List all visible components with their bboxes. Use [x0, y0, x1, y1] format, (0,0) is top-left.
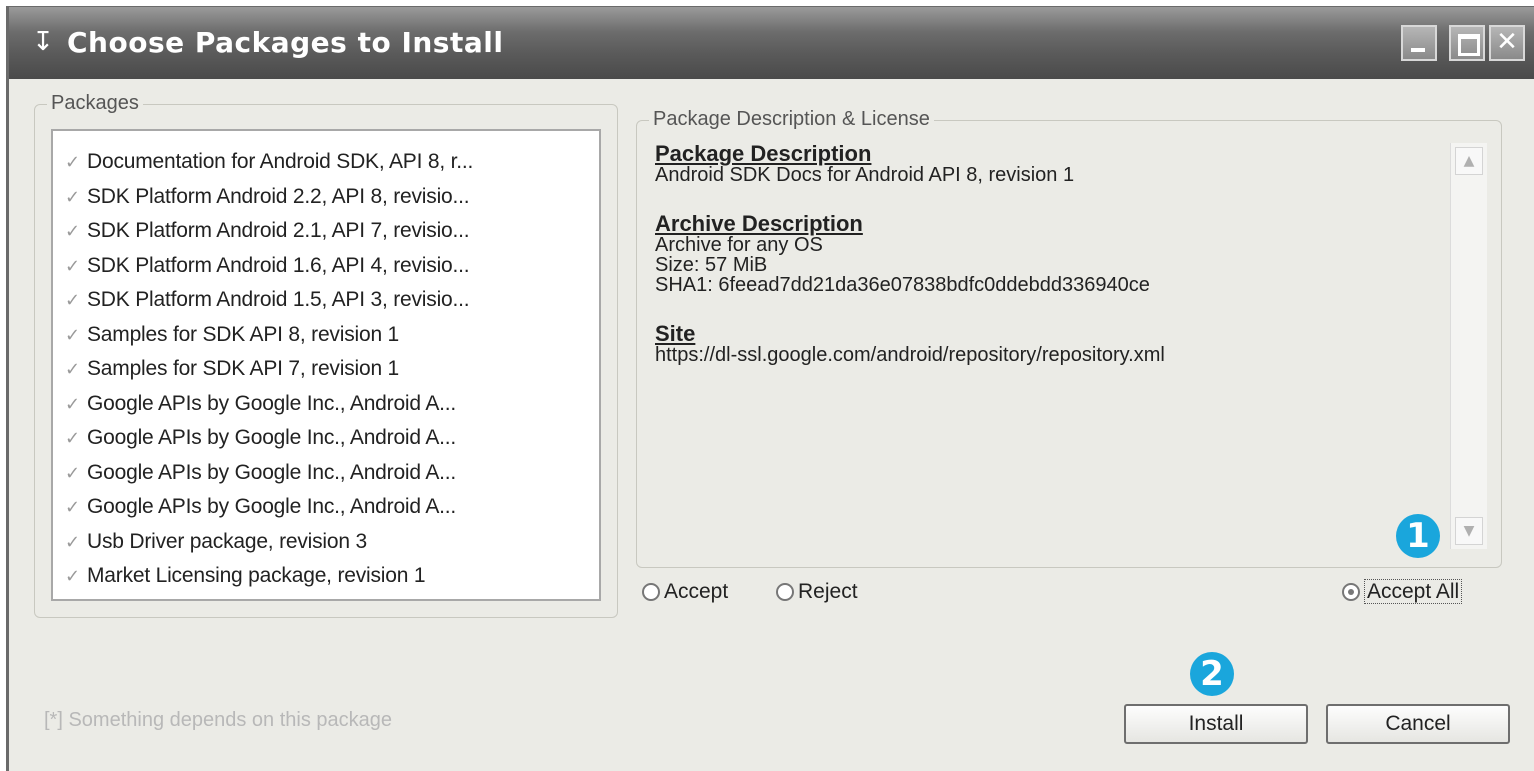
package-list-item[interactable]: ✓ SDK Platform Android 1.6, API 4, revisi…: [53, 249, 599, 284]
package-list-item[interactable]: ✓ SDK Platform Android 1.5, API 3, revisi…: [53, 283, 599, 318]
accept-all-radio-circle[interactable]: [1342, 583, 1360, 601]
reject-radio-circle[interactable]: [776, 583, 794, 601]
package-list-item[interactable]: ✓ Google APIs by Google Inc., Android A..…: [53, 421, 599, 456]
package-list-item[interactable]: ✓ SDK Platform Android 2.2, API 8, revisi…: [53, 180, 599, 215]
checkmark-icon: ✓: [65, 152, 81, 173]
description-group-label: Package Description & License: [649, 107, 934, 131]
reject-radio[interactable]: Reject: [776, 578, 858, 606]
accept-radio-circle[interactable]: [642, 583, 660, 601]
package-list-item[interactable]: ✓ Usb Driver package, revision 3: [53, 525, 599, 560]
packages-group-label: Packages: [47, 91, 143, 115]
package-description-heading: Package Description: [655, 141, 872, 166]
close-button[interactable]: ✕: [1489, 25, 1525, 61]
checkmark-icon: ✓: [65, 324, 81, 346]
checkmark-icon: ✓: [65, 255, 81, 277]
package-label: Samples for SDK API 8, revision 1: [87, 322, 400, 346]
checkmark-icon: ✓: [65, 393, 81, 415]
site-url: https://dl-ssl.google.com/android/reposi…: [655, 344, 1165, 366]
package-list-item[interactable]: ✓ Google APIs by Google Inc., Android A..…: [53, 490, 599, 525]
package-label: SDK Platform Android 2.2, API 8, revisio…: [87, 184, 470, 208]
accept-all-radio-label: Accept All: [1364, 579, 1463, 604]
site-block: Site https://dl-ssl.google.com/android/r…: [655, 321, 1441, 366]
accept-all-radio[interactable]: Accept All: [1342, 578, 1463, 606]
checkmark-icon: ✓: [65, 290, 81, 311]
checkmark-icon: ✓: [65, 462, 81, 484]
callout-badge-1: 1: [1396, 514, 1440, 558]
close-icon: ✕: [1496, 27, 1518, 57]
package-label: Google APIs by Google Inc., Android A...: [87, 495, 457, 518]
description-scrollbar[interactable]: ▲ ▼: [1450, 143, 1487, 549]
chevron-down-icon: ▼: [1463, 523, 1475, 539]
package-list-item[interactable]: ✓ Google APIs by Google Inc., Android A..…: [53, 456, 599, 491]
install-button[interactable]: Install: [1124, 704, 1308, 744]
package-label: SDK Platform Android 1.5, API 3, revisio…: [87, 288, 470, 311]
package-description-text: Android SDK Docs for Android API 8, revi…: [655, 164, 1075, 186]
accept-radio-label: Accept: [664, 580, 729, 603]
archive-sha1-text: SHA1: 6feead7dd21da36e07838bdfc0ddebdd33…: [655, 274, 1150, 296]
package-label: Google APIs by Google Inc., Android A...: [87, 391, 457, 415]
description-content: Package Description Android SDK Docs for…: [655, 143, 1441, 393]
cancel-button[interactable]: Cancel: [1326, 704, 1510, 744]
minimize-button[interactable]: [1401, 25, 1437, 61]
checkmark-icon: ✓: [65, 428, 81, 449]
package-label: Usb Driver package, revision 3: [87, 529, 367, 553]
archive-description-block: Archive Description Archive for any OS S…: [655, 211, 1441, 296]
scroll-down-button[interactable]: ▼: [1455, 517, 1483, 545]
checkmark-icon: ✓: [65, 186, 81, 208]
package-label: Market Licensing package, revision 1: [87, 564, 426, 587]
package-list-item[interactable]: ✓ Google APIs by Google Inc., Android A..…: [53, 387, 599, 422]
chevron-up-icon: ▲: [1463, 153, 1475, 169]
callout-badge-2: 2: [1190, 652, 1234, 696]
package-label: Google APIs by Google Inc., Android A...: [87, 426, 457, 449]
package-list-item[interactable]: ✓ SDK Platform Android 2.1, API 7, revisi…: [53, 214, 599, 249]
checkmark-icon: ✓: [65, 497, 81, 518]
archive-description-heading: Archive Description: [655, 211, 863, 236]
title-bar[interactable]: ↧ Choose Packages to Install ✕: [9, 7, 1534, 79]
package-list-item[interactable]: ✓ Samples for SDK API 8, revision 1: [53, 318, 599, 353]
checkmark-icon: ✓: [65, 566, 81, 587]
package-label: Samples for SDK API 7, revision 1: [87, 357, 400, 380]
package-label: SDK Platform Android 2.1, API 7, revisio…: [87, 219, 470, 242]
checkmark-icon: ✓: [65, 531, 81, 553]
package-description-group: Package Description & License Package De…: [636, 107, 1502, 568]
package-list-item[interactable]: ✓ Samples for SDK API 7, revision 1: [53, 352, 599, 387]
package-description-block: Package Description Android SDK Docs for…: [655, 141, 1441, 186]
packages-list[interactable]: ✓ Documentation for Android SDK, API 8, r…: [51, 129, 601, 601]
package-label: Documentation for Android SDK, API 8, r.…: [87, 150, 474, 173]
dependency-note: [*] Something depends on this package: [44, 709, 393, 731]
maximize-button[interactable]: [1449, 25, 1485, 61]
package-label: SDK Platform Android 1.6, API 4, revisio…: [87, 253, 470, 277]
accept-radio[interactable]: Accept: [642, 578, 728, 606]
window-title: Choose Packages to Install: [67, 26, 504, 59]
download-arrow-icon: ↧: [32, 27, 54, 57]
reject-radio-label: Reject: [798, 580, 858, 603]
package-list-item[interactable]: ✓ Market Licensing package, revision 1: [53, 559, 599, 594]
scroll-up-button[interactable]: ▲: [1455, 147, 1483, 175]
package-list-item[interactable]: ✓ Documentation for Android SDK, API 8, r…: [53, 145, 599, 180]
archive-os-text: Archive for any OS: [655, 234, 823, 256]
site-heading: Site: [655, 321, 696, 346]
package-label: Google APIs by Google Inc., Android A...: [87, 460, 457, 484]
checkmark-icon: ✓: [65, 221, 81, 242]
checkmark-icon: ✓: [65, 359, 81, 380]
archive-size-text: Size: 57 MiB: [655, 254, 768, 276]
packages-group: Packages ✓ Documentation for Android SDK,…: [34, 91, 618, 618]
